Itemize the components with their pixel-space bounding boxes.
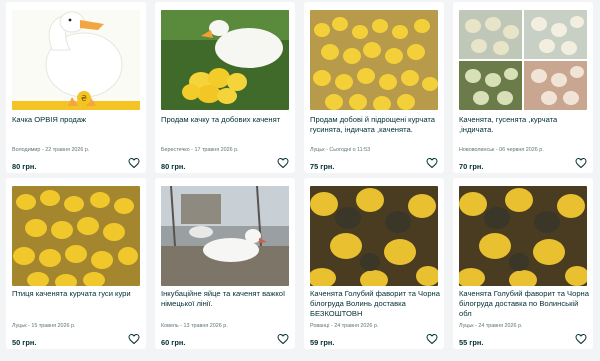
heart-outline-icon[interactable] xyxy=(575,333,587,345)
listing-title[interactable]: Каченята Голубий фаворит та Чорна білогр… xyxy=(459,289,591,319)
listing-price: 59 грн. xyxy=(310,338,335,347)
listing-card[interactable]: Продам добові й підрощені курчата гусиня… xyxy=(304,2,444,173)
listing-image[interactable] xyxy=(459,186,587,286)
listing-image[interactable] xyxy=(161,186,289,286)
listing-card[interactable]: ₴ Качка ОРВІЯ продаж Володимир - 22 трав… xyxy=(6,2,146,173)
heart-outline-icon[interactable] xyxy=(426,333,438,345)
listing-price: 80 грн. xyxy=(12,162,37,171)
listing-location-date: Рованці - 24 травня 2026 р. xyxy=(310,323,379,329)
heart-outline-icon[interactable] xyxy=(277,157,289,169)
listing-grid: ₴ Качка ОРВІЯ продаж Володимир - 22 трав… xyxy=(0,0,600,361)
listing-location-date: Ковель - 13 травня 2026 р. xyxy=(161,323,228,329)
listing-card[interactable]: Каченята, гусенята ,курчата ,індичата. Н… xyxy=(453,2,593,173)
listing-image[interactable] xyxy=(310,10,438,110)
listing-location-date: Володимир - 22 травня 2026 р. xyxy=(12,147,90,153)
listing-location-date: Луцьк - 15 травня 2026 р. xyxy=(12,323,76,329)
listing-card[interactable]: Птиця каченята курчата гуси кури Луцьк -… xyxy=(6,178,146,349)
listing-title[interactable]: Птиця каченята курчата гуси кури xyxy=(12,289,144,299)
listing-card[interactable]: Продам качку та добових каченят Берестеч… xyxy=(155,2,295,173)
listing-price: 55 грн. xyxy=(459,338,484,347)
listing-card[interactable]: Каченята Голубий фаворит та Чорна білогр… xyxy=(453,178,593,349)
listing-location-date: Нововолинськ - 06 червня 2026 р. xyxy=(459,147,544,153)
listing-title[interactable]: Каченята Голубий фаворит та Чорна білогр… xyxy=(310,289,442,319)
listing-image[interactable] xyxy=(12,186,140,286)
listing-price: 70 грн. xyxy=(459,162,484,171)
listing-title[interactable]: Качка ОРВІЯ продаж xyxy=(12,115,144,125)
svg-text:₴: ₴ xyxy=(81,94,87,103)
heart-outline-icon[interactable] xyxy=(128,157,140,169)
heart-outline-icon[interactable] xyxy=(575,157,587,169)
listing-card[interactable]: Інкубаційне яйце та каченят важкої німец… xyxy=(155,178,295,349)
heart-outline-icon[interactable] xyxy=(128,333,140,345)
listing-image[interactable] xyxy=(161,10,289,110)
heart-outline-icon[interactable] xyxy=(426,157,438,169)
listing-location-date: Берестечко - 17 травня 2026 р. xyxy=(161,147,239,153)
listing-price: 80 грн. xyxy=(161,162,186,171)
listing-location-date: Луцьк - 24 травня 2026 р. xyxy=(459,323,523,329)
listing-location-date: Луцьк - Сьогодні о 11:53 xyxy=(310,147,371,153)
listing-price: 50 грн. xyxy=(12,338,37,347)
listing-price: 60 грн. xyxy=(161,338,186,347)
listing-title[interactable]: Продам качку та добових каченят xyxy=(161,115,293,125)
listing-image[interactable] xyxy=(310,186,438,286)
listing-image[interactable] xyxy=(459,10,587,110)
listing-title[interactable]: Каченята, гусенята ,курчата ,індичата. xyxy=(459,115,591,135)
listing-price: 75 грн. xyxy=(310,162,335,171)
listing-title[interactable]: Інкубаційне яйце та каченят важкої німец… xyxy=(161,289,293,309)
heart-outline-icon[interactable] xyxy=(277,333,289,345)
listing-card[interactable]: Каченята Голубий фаворит та Чорна білогр… xyxy=(304,178,444,349)
listing-image[interactable]: ₴ xyxy=(12,10,140,110)
listing-title[interactable]: Продам добові й підрощені курчата гусиня… xyxy=(310,115,442,135)
